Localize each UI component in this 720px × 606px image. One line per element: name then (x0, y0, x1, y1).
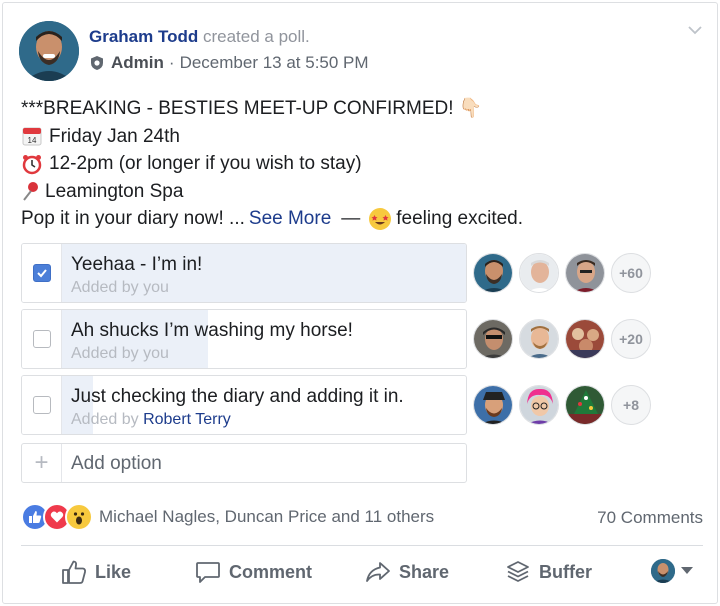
poll-voters: +8 (473, 385, 651, 425)
speech-bubble-icon (196, 562, 220, 583)
voter-avatar[interactable] (565, 385, 605, 425)
pushpin-icon (23, 182, 38, 201)
checkmark-icon (36, 269, 47, 278)
added-by-name-link[interactable]: Robert Terry (143, 411, 231, 428)
added-by-name: you (143, 345, 169, 362)
poll-option-added-by: Added by you (71, 279, 169, 297)
post-as-selector[interactable] (651, 559, 701, 583)
voter-avatar[interactable] (473, 385, 513, 425)
star-struck-emoji-icon (369, 207, 392, 230)
voters-more-count[interactable]: +20 (611, 319, 651, 359)
buffer-label: Buffer (539, 561, 592, 582)
alarm-clock-icon (22, 154, 42, 174)
share-label: Share (399, 561, 450, 582)
post-header-line: Graham Todd created a poll. (89, 27, 310, 47)
post-line-date: 14 Friday Jan 24th (21, 123, 701, 151)
poll-option[interactable]: Just checking the diary and adding it in… (21, 375, 467, 435)
voters-more-count[interactable]: +8 (611, 385, 651, 425)
reactors-text[interactable]: Michael Nagles, Duncan Price and 11 othe… (99, 507, 434, 527)
voter-avatar[interactable] (519, 385, 559, 425)
reactions-summary[interactable]: Michael Nagles, Duncan Price and 11 othe… (21, 503, 434, 531)
author-name-link[interactable]: Graham Todd (89, 27, 198, 46)
poll-checkbox[interactable] (32, 396, 51, 414)
comment-label: Comment (229, 561, 313, 582)
poll-option[interactable]: Ah shucks I’m washing my horse! Added by… (21, 309, 467, 369)
voter-avatar[interactable] (473, 253, 513, 293)
plus-icon[interactable]: + (22, 444, 62, 482)
poll-option-text: Just checking the diary and adding it in… (71, 386, 404, 407)
post-action-text: created a poll. (202, 27, 310, 46)
voter-avatar[interactable] (519, 253, 559, 293)
added-by-prefix: Added by (71, 411, 144, 428)
add-option-row[interactable]: + (21, 443, 467, 483)
post-line-time: 12-2pm (or longer if you wish to stay) (21, 150, 701, 178)
buffer-layers-icon (507, 561, 529, 582)
post-line-cta: Pop it in your diary now! ... See More —… (21, 205, 701, 233)
added-by-prefix: Added by (71, 345, 144, 362)
voter-avatar[interactable] (519, 319, 559, 359)
poll-checkbox[interactable] (32, 264, 51, 282)
share-arrow-icon (366, 562, 390, 582)
post-line-location: Leamington Spa (21, 178, 701, 206)
added-by-prefix: Added by (71, 279, 144, 296)
actions-divider (21, 545, 703, 546)
voter-avatar[interactable] (565, 253, 605, 293)
poll-checkbox[interactable] (32, 330, 51, 348)
location-text: Leamington Spa (45, 180, 184, 202)
poll-option[interactable]: Yeehaa - I’m in! Added by you (21, 243, 467, 303)
headline-text: ***BREAKING - BESTIES MEET-UP CONFIRMED!… (21, 98, 483, 119)
poll-option-added-by: Added by you (71, 345, 169, 363)
action-bar: Like Comment Share Buffer (3, 559, 719, 593)
post-timestamp[interactable]: December 13 at 5:50 PM (180, 53, 369, 73)
poll-voters: +20 (473, 319, 651, 359)
poll-option-added-by: Added by Robert Terry (71, 411, 231, 429)
feeling-text: feeling excited. (396, 208, 524, 229)
post-meta: Admin · December 13 at 5:50 PM (89, 53, 369, 73)
wow-reaction-icon (65, 503, 93, 531)
meta-separator: · (168, 53, 175, 72)
calendar-icon: 14 (22, 127, 42, 146)
post-text: ***BREAKING - BESTIES MEET-UP CONFIRMED!… (21, 95, 701, 233)
svg-text:14: 14 (28, 136, 37, 145)
cta-text: Pop it in your diary now! ... (21, 208, 245, 229)
admin-role-label: Admin (111, 53, 164, 72)
poll-option-text: Yeehaa - I’m in! (71, 254, 203, 275)
current-user-avatar (651, 559, 675, 583)
thumbs-up-icon (62, 560, 86, 584)
share-button[interactable]: Share (365, 559, 449, 585)
comments-count-link[interactable]: 70 Comments (597, 508, 703, 528)
see-more-link[interactable]: See More (249, 205, 331, 233)
poll-voters: +60 (473, 253, 651, 293)
voter-avatar[interactable] (565, 319, 605, 359)
comment-button[interactable]: Comment (195, 559, 312, 585)
post-card: Graham Todd created a poll. Admin · Dece… (2, 2, 718, 604)
time-text: 12-2pm (or longer if you wish to stay) (49, 153, 362, 174)
poll-checkbox-cell[interactable] (22, 310, 62, 368)
caret-down-icon (681, 567, 693, 574)
add-option-input[interactable] (71, 453, 451, 475)
added-by-name: you (143, 279, 169, 296)
chevron-down-icon[interactable] (687, 23, 703, 37)
poll-checkbox-cell[interactable] (22, 244, 62, 302)
like-button[interactable]: Like (61, 559, 131, 585)
date-text: Friday Jan 24th (49, 125, 180, 147)
poll-option-text: Ah shucks I’m washing my horse! (71, 320, 353, 341)
voter-avatar[interactable] (473, 319, 513, 359)
buffer-button[interactable]: Buffer (505, 559, 592, 585)
feeling-dash: — (341, 208, 361, 229)
author-avatar[interactable] (19, 21, 79, 81)
voters-more-count[interactable]: +60 (611, 253, 651, 293)
post-line-headline: ***BREAKING - BESTIES MEET-UP CONFIRMED!… (21, 95, 701, 123)
like-label: Like (95, 561, 132, 582)
admin-shield-icon (91, 56, 103, 70)
poll-checkbox-cell[interactable] (22, 376, 62, 434)
